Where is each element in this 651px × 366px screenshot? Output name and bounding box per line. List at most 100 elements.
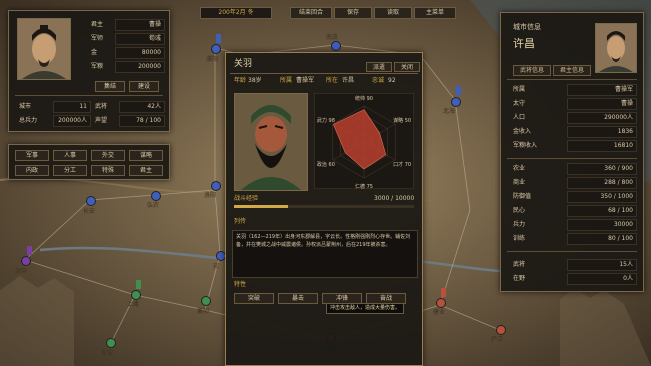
command-diplomacy[interactable]: 外交 — [91, 150, 125, 161]
city-label-nanpi: 南皮 — [326, 34, 339, 41]
command-domestic[interactable]: 内政 — [15, 165, 49, 176]
city-row-value: 0人 — [623, 275, 633, 282]
city-row-label: 商业 — [513, 179, 526, 186]
city-row-value: 30000 — [613, 221, 633, 228]
city-row-label: 军粮收入 — [513, 142, 538, 149]
ruler-value-0: 曹操 — [148, 21, 161, 28]
tab-general-info[interactable]: 武将信息 — [513, 65, 551, 76]
age-label: 年龄 — [234, 77, 247, 84]
load-button[interactable]: 读取 — [374, 7, 412, 19]
radar-label: 口才 70 — [393, 161, 411, 168]
command-personnel[interactable]: 人事 — [53, 150, 87, 161]
radar-label: 武力 98 — [317, 117, 335, 124]
city-node[interactable] — [211, 44, 221, 54]
city-name: 许昌 — [513, 37, 535, 50]
recruit-button[interactable]: 集结 — [95, 81, 125, 92]
main-menu-button[interactable]: 主菜单 — [414, 7, 456, 19]
city-label-lujiang: 庐江 — [491, 336, 504, 343]
stat-label-prestige: 声望 — [95, 117, 108, 124]
city-row-value: 288 / 800 — [604, 179, 633, 186]
city-node[interactable] — [106, 338, 116, 348]
command-assign[interactable]: 分工 — [53, 165, 87, 176]
ruler-portrait-icon — [18, 19, 70, 79]
ruler-value-1: 荀彧 — [148, 35, 161, 42]
faction-label: 所属 — [280, 77, 293, 84]
city-row-label: 民心 — [513, 207, 526, 214]
city-row-label: 农业 — [513, 165, 526, 172]
traits-title: 特性 — [234, 281, 247, 288]
command-ruler[interactable]: 君主 — [129, 165, 163, 176]
general-portrait — [234, 93, 308, 191]
city-label-hanzhong: 汉中 — [15, 268, 28, 275]
stat-label-generals: 武将 — [95, 103, 108, 110]
city-row-value: 350 / 1000 — [600, 193, 633, 200]
city-label-xiangyang: 襄阳 — [197, 308, 210, 315]
command-panel: 军事 人事 外交 谋略 内政 分工 特殊 君主 — [8, 144, 170, 180]
ruler-panel: 君主 曹操 军师 荀彧 金 80000 军粮 200000 集结 建设 城市 1… — [8, 10, 170, 132]
save-button[interactable]: 保存 — [334, 7, 372, 19]
faction-flag-icon — [456, 86, 461, 95]
exp-label: 战斗经验 — [234, 195, 259, 202]
city-node[interactable] — [201, 296, 211, 306]
loyalty-label: 忠诚 — [372, 77, 385, 84]
city-label-beihai: 北海 — [443, 108, 456, 115]
city-row-value: 16810 — [613, 142, 633, 149]
deploy-tab[interactable]: 派遣 — [366, 62, 392, 72]
trait-critical[interactable]: 暴击 — [278, 293, 318, 304]
city-row-label: 在野 — [513, 275, 526, 282]
governor-portrait — [595, 23, 637, 73]
city-label-luoyang: 洛阳 — [204, 192, 217, 199]
exp-value: 3000 / 10000 — [374, 195, 415, 202]
radar-label: 谋略 50 — [393, 117, 411, 124]
ruler-label-2: 金 — [91, 49, 98, 56]
command-strategy[interactable]: 谋略 — [129, 150, 163, 161]
loyalty-value: 92 — [388, 77, 396, 84]
radar-label: 仁德 75 — [355, 183, 373, 189]
city-label-puyang: 濮阳 — [206, 56, 219, 63]
stat-label-troops: 总兵力 — [19, 117, 38, 124]
city-row-label: 太守 — [513, 100, 526, 107]
city-label-shangyong: 上庸 — [127, 301, 140, 308]
city-row-value: 360 / 900 — [604, 165, 633, 172]
command-special[interactable]: 特殊 — [91, 165, 125, 176]
city-row-value: 15人 — [619, 261, 633, 268]
city-row-label: 兵力 — [513, 221, 526, 228]
trait-breakthrough[interactable]: 突破 — [234, 293, 274, 304]
city-row-label: 人口 — [513, 114, 526, 121]
close-button[interactable]: 关闭 — [394, 62, 420, 72]
city-row-value: 290000人 — [604, 114, 633, 121]
faction-flag-icon — [216, 34, 221, 43]
guan-yu-portrait-icon — [235, 94, 307, 190]
city-node[interactable] — [86, 196, 96, 206]
faction-flag-icon — [136, 280, 141, 289]
stat-label-cities: 城市 — [19, 103, 32, 110]
age-value: 38岁 — [248, 77, 262, 84]
location-value: 许昌 — [342, 77, 355, 84]
stat-value-prestige: 78 / 100 — [136, 117, 161, 124]
city-row-value: 80 / 100 — [608, 235, 633, 242]
city-node[interactable] — [21, 256, 31, 266]
general-name: 关羽 — [234, 59, 253, 69]
ruler-value-3: 200000 — [138, 63, 161, 70]
command-military[interactable]: 军事 — [15, 150, 49, 161]
city-row-label: 训练 — [513, 235, 526, 242]
city-label-hongnong: 弘农 — [147, 202, 160, 209]
trait-tooltip: 冲击攻击敌人，造成大量伤害。 — [326, 303, 405, 314]
end-turn-button[interactable]: 结束回合 — [290, 7, 332, 19]
attribute-radar-chart: 统帅 90 谋略 50 口才 70 仁德 75 政治 60 武力 98 — [314, 93, 414, 189]
build-button[interactable]: 建设 — [129, 81, 159, 92]
city-row-label: 所属 — [513, 86, 526, 93]
city-node[interactable] — [331, 41, 341, 51]
exp-bar-fill — [234, 205, 288, 208]
ruler-label-0: 君主 — [91, 21, 104, 28]
exp-bar-track — [234, 205, 414, 208]
ruler-label-3: 军粮 — [91, 63, 104, 70]
radar-label: 统帅 90 — [355, 95, 373, 102]
city-row-label: 武将 — [513, 261, 526, 268]
city-row-value: 1836 — [617, 128, 633, 135]
stat-value-troops: 200000人 — [58, 117, 87, 124]
bio-text: 关羽（162—219年）出身河东郡解县，字云长。性格刚强刚烈心存世。辅佐刘备，并… — [236, 234, 411, 248]
city-row-value: 曹操 — [620, 100, 633, 107]
tab-ruler-info[interactable]: 君主信息 — [553, 65, 591, 76]
stat-value-generals: 42人 — [147, 103, 161, 110]
